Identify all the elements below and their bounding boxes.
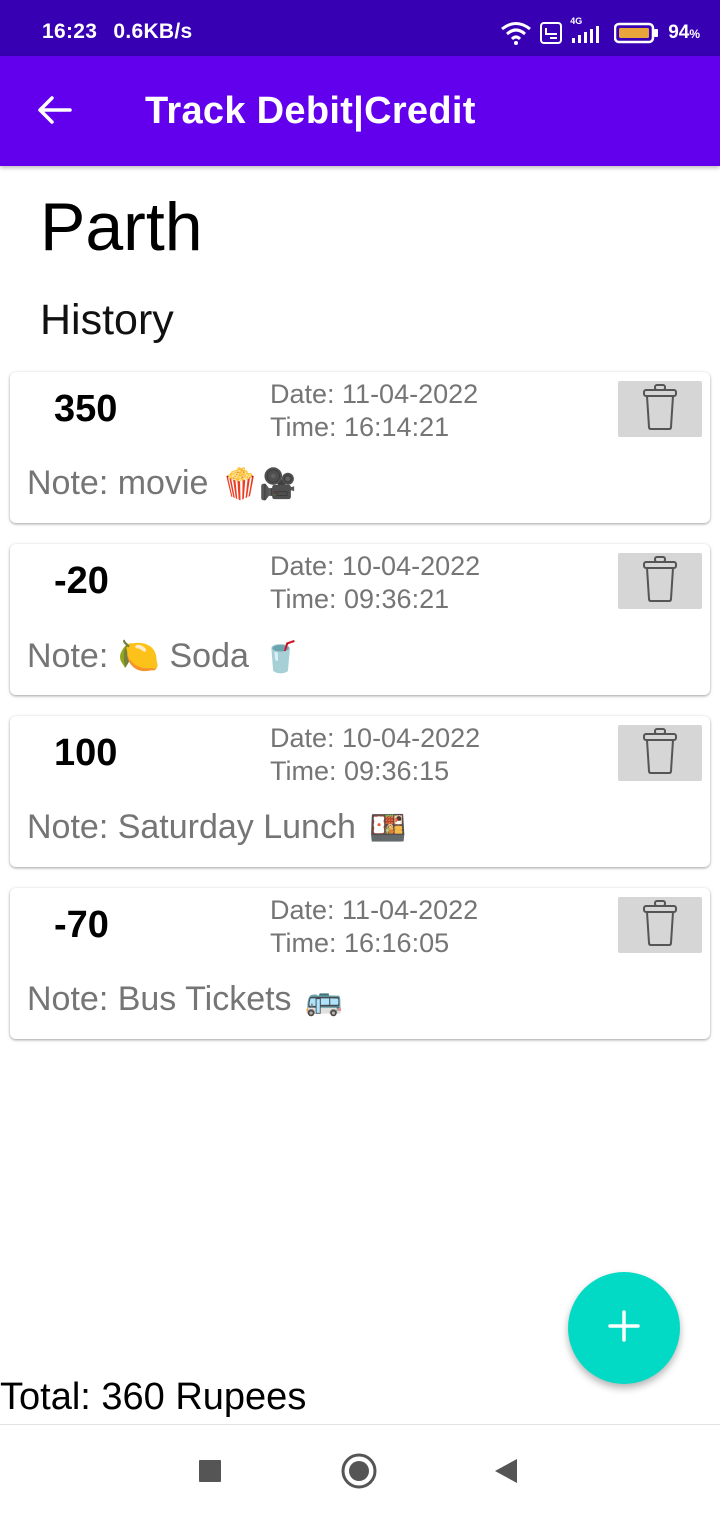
transaction-amount: 100: [54, 732, 118, 774]
trash-icon: [641, 383, 679, 435]
delete-button[interactable]: [618, 553, 702, 609]
total-amount: Total: 360 Rupees: [0, 1376, 307, 1418]
transaction-card: 350 Date: 11-04-2022 Time: 16:14:21 Note…: [10, 372, 710, 523]
transaction-meta: Date: 10-04-2022 Time: 09:36:21: [270, 550, 480, 616]
circle-icon: [340, 1452, 378, 1495]
recents-button[interactable]: [190, 1453, 230, 1493]
history-heading: History: [40, 296, 174, 344]
back-button[interactable]: [28, 86, 80, 138]
transaction-list: 350 Date: 11-04-2022 Time: 16:14:21 Note…: [10, 372, 710, 1060]
triangle-back-icon: [493, 1457, 519, 1490]
transaction-amount: -70: [54, 904, 109, 946]
app-bar: Track Debit|Credit: [0, 56, 720, 166]
transaction-date: Date: 10-04-2022: [270, 551, 481, 581]
transaction-date: Date: 10-04-2022: [270, 723, 481, 753]
home-button[interactable]: [339, 1453, 379, 1493]
transaction-date: Date: 11-04-2022: [270, 895, 479, 925]
plus-icon: [607, 1309, 641, 1348]
delete-button[interactable]: [618, 381, 702, 437]
transaction-emoji: 🚌: [305, 984, 343, 1017]
delete-button[interactable]: [618, 897, 702, 953]
transaction-time: Time: 16:16:05: [270, 928, 450, 958]
transaction-note-row: Note: movie 🍿🎥: [27, 464, 297, 503]
status-bar: 16:23 0.6KB/s 4G 94%: [0, 0, 720, 56]
transaction-meta: Date: 11-04-2022 Time: 16:14:21: [270, 378, 478, 444]
add-transaction-button[interactable]: [568, 1272, 680, 1384]
arrow-left-icon: [36, 95, 72, 130]
wifi-icon: [500, 21, 532, 45]
transaction-note: Note: 🍋 Soda: [27, 637, 249, 675]
status-network-speed: 0.6KB/s: [113, 20, 193, 43]
trash-icon: [641, 727, 679, 779]
transaction-card: 100 Date: 10-04-2022 Time: 09:36:15 Note…: [10, 716, 710, 867]
transaction-amount: -20: [54, 560, 109, 602]
status-time: 16:23: [42, 20, 98, 43]
transaction-date: Date: 11-04-2022: [270, 379, 479, 409]
status-left: 16:23 0.6KB/s: [42, 20, 203, 44]
battery-value: 94: [668, 22, 690, 43]
page-title: Track Debit|Credit: [145, 90, 476, 132]
trash-icon: [641, 899, 679, 951]
transaction-meta: Date: 11-04-2022 Time: 16:16:05: [270, 894, 478, 960]
battery-percentage: 94%: [668, 22, 700, 44]
signal-icon: 4G: [570, 16, 606, 44]
transaction-card: -70 Date: 11-04-2022 Time: 16:16:05 Note…: [10, 888, 710, 1039]
battery-unit: %: [689, 27, 700, 41]
square-icon: [198, 1459, 222, 1488]
back-nav-button[interactable]: [486, 1453, 526, 1493]
transaction-note-row: Note: Bus Tickets 🚌: [27, 980, 342, 1019]
battery-icon: [614, 22, 660, 44]
transaction-note-row: Note: 🍋 Soda 🥤: [27, 636, 300, 676]
person-name: Parth: [40, 189, 203, 265]
delete-button[interactable]: [618, 725, 702, 781]
transaction-emoji: 🍿🎥: [221, 468, 297, 501]
status-right: 4G 94%: [500, 16, 700, 48]
transaction-note: Note: Saturday Lunch: [27, 808, 356, 846]
transaction-note-row: Note: Saturday Lunch 🍱: [27, 808, 407, 847]
transaction-note: Note: Bus Tickets: [27, 980, 292, 1018]
transaction-time: Time: 09:36:21: [270, 584, 450, 614]
trash-icon: [641, 555, 679, 607]
transaction-amount: 350: [54, 388, 118, 430]
transaction-meta: Date: 10-04-2022 Time: 09:36:15: [270, 722, 480, 788]
volte-icon: [540, 22, 563, 44]
transaction-note: Note: movie: [27, 464, 209, 502]
transaction-card: -20 Date: 10-04-2022 Time: 09:36:21 Note…: [10, 544, 710, 695]
transaction-time: Time: 09:36:15: [270, 756, 450, 786]
transaction-emoji: 🍱: [369, 812, 407, 845]
transaction-emoji: 🥤: [262, 641, 300, 674]
system-nav-bar: [0, 1424, 720, 1521]
transaction-time: Time: 16:14:21: [270, 412, 450, 442]
network-type-label: 4G: [570, 16, 583, 26]
